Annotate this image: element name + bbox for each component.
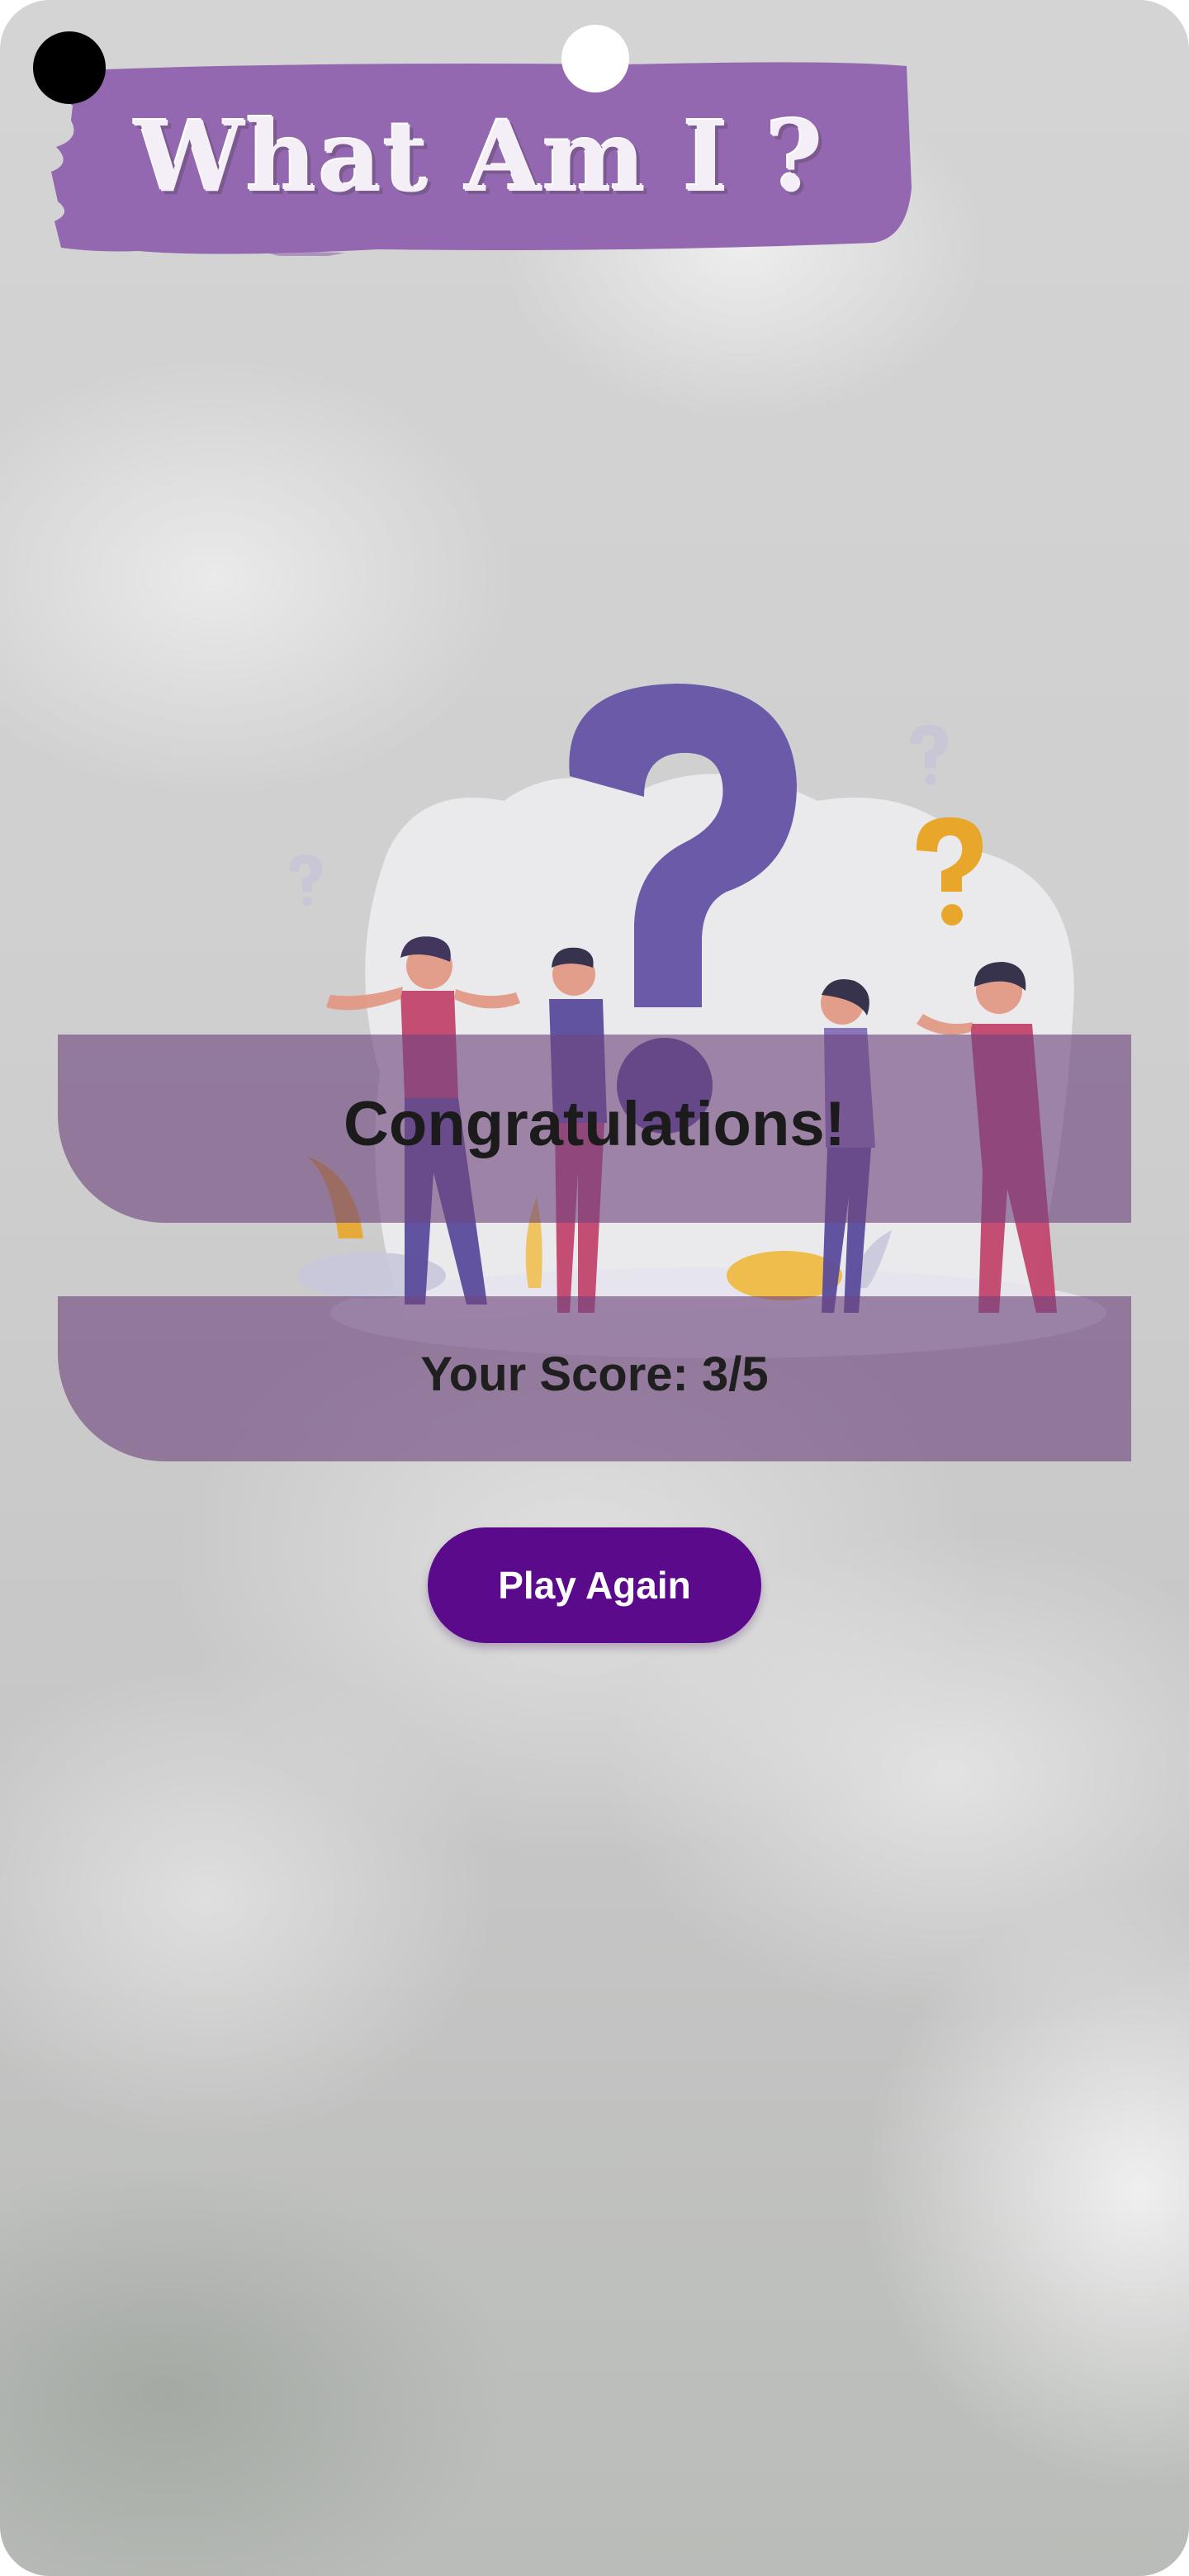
people-question-illustration (289, 684, 1106, 1358)
app-title: What Am I ? (135, 98, 825, 214)
play-again-button[interactable]: Play Again (428, 1527, 761, 1643)
congratulations-heading: Congratulations! (343, 1089, 846, 1159)
camera-cutout (33, 31, 106, 104)
score-text: Your Score: 3/5 (420, 1347, 769, 1401)
game-screen: What Am I ? Congratulations! Your Score:… (0, 0, 1189, 2576)
status-indicator-dot (561, 25, 629, 92)
